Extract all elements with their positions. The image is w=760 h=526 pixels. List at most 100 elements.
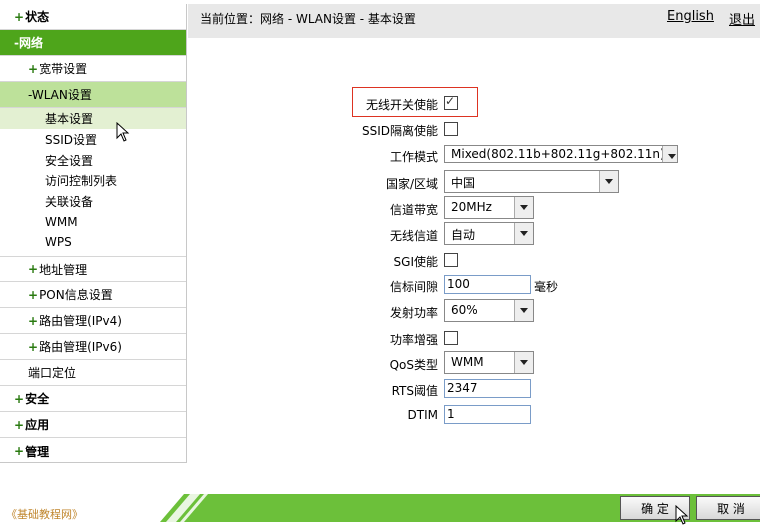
sidebar-leaf-devices[interactable]: 关联设备 — [0, 191, 186, 212]
chevron-down-icon — [514, 197, 533, 218]
sidebar-item-label: 端口定位 — [28, 366, 77, 380]
field-label: 国家/区域 — [385, 177, 438, 191]
expand-icon: + — [28, 61, 39, 76]
country-select[interactable]: 中国 — [444, 170, 619, 193]
chevron-down-icon — [514, 352, 533, 373]
dtim-input[interactable]: 1 — [444, 405, 531, 424]
power-boost-checkbox[interactable] — [444, 331, 458, 345]
cancel-button[interactable]: 取 消 — [696, 496, 760, 520]
chevron-down-icon — [599, 171, 618, 192]
sidebar-item-label: 管理 — [25, 444, 50, 459]
sidebar-item-label: 路由管理(IPv6) — [39, 340, 122, 354]
logout-link[interactable]: 退出 — [729, 9, 755, 28]
sidebar-leaf-label: SSID设置 — [45, 132, 98, 147]
sidebar-item-manage[interactable]: + 管理 — [0, 438, 186, 464]
expand-icon: + — [28, 313, 39, 328]
form-row-wireless-enable: 无线开关使能 — [300, 93, 700, 115]
field-label: 信标间隙 — [389, 280, 438, 294]
work-mode-select[interactable]: Mixed(802.11b+802.11g+802.11n) — [444, 145, 678, 163]
form-row-work-mode: 工作模式 Mixed(802.11b+802.11g+802.11n) — [300, 145, 700, 167]
field-label: 无线信道 — [389, 229, 438, 243]
sidebar-item-port[interactable]: 端口定位 — [0, 360, 186, 386]
select-value: 20MHz — [451, 200, 492, 214]
form-row-qos: QoS类型 WMM — [300, 351, 700, 374]
sidebar-leaf-acl[interactable]: 访问控制列表 — [0, 170, 186, 191]
watermark: 《基础教程网》 — [6, 508, 83, 521]
form-row-rts: RTS阈值 2347 — [300, 379, 700, 401]
form-row-bandwidth: 信道带宽 20MHz — [300, 196, 700, 219]
field-label: 发射功率 — [389, 306, 438, 320]
sidebar-item-label: 应用 — [25, 418, 50, 432]
field-label: SGI使能 — [393, 255, 438, 269]
sidebar-item-route6[interactable]: + 路由管理(IPv6) — [0, 334, 186, 360]
channel-select[interactable]: 自动 — [444, 222, 534, 245]
sidebar-leaf-wmm[interactable]: WMM — [0, 212, 186, 233]
rts-input[interactable]: 2347 — [444, 379, 531, 398]
expand-icon: + — [14, 9, 25, 24]
bandwidth-select[interactable]: 20MHz — [444, 196, 534, 219]
select-value: 中国 — [451, 176, 476, 190]
form-row-country: 国家/区域 中国 — [300, 170, 700, 193]
sidebar-item-apps[interactable]: + 应用 — [0, 412, 186, 438]
expand-icon: + — [28, 339, 39, 354]
sidebar-leaf-basic[interactable]: 基本设置 — [0, 108, 186, 129]
form-row-ssid-isolation: SSID隔离使能 — [300, 119, 700, 141]
chevron-down-icon — [514, 223, 533, 244]
expand-icon: + — [28, 287, 39, 302]
sidebar-item-label: -网络 — [14, 36, 43, 50]
sidebar-leaf-label: 基本设置 — [45, 111, 94, 126]
sgi-checkbox[interactable] — [444, 253, 458, 267]
field-label: 工作模式 — [389, 150, 438, 164]
select-value: 自动 — [451, 228, 476, 242]
field-label: 信道带宽 — [389, 203, 438, 217]
form-row-beacon: 信标间隙 100 毫秒 — [300, 275, 700, 297]
field-label: SSID隔离使能 — [361, 124, 438, 138]
sidebar-item-label: 地址管理 — [39, 262, 88, 277]
mouse-cursor-icon — [675, 505, 689, 525]
tx-power-select[interactable]: 60% — [444, 299, 534, 322]
form-row-power-boost: 功率增强 — [300, 328, 700, 350]
ssid-isolation-checkbox[interactable] — [444, 122, 458, 136]
sidebar-item-label: 路由管理(IPv4) — [39, 314, 122, 328]
beacon-input[interactable]: 100 — [444, 275, 531, 294]
sidebar-item-label: PON信息设置 — [39, 288, 113, 302]
sidebar-item-network[interactable]: -网络 — [0, 30, 186, 56]
chevron-down-icon — [662, 146, 677, 162]
field-label: 功率增强 — [389, 333, 438, 347]
sidebar-item-status[interactable]: + 状态 — [0, 4, 186, 30]
field-label: 无线开关使能 — [365, 98, 438, 112]
beacon-unit: 毫秒 — [534, 280, 559, 294]
sidebar-item-broadband[interactable]: + 宽带设置 — [0, 56, 186, 82]
breadcrumb: 当前位置：网络 - WLAN设置 - 基本设置 — [200, 12, 416, 26]
chevron-down-icon — [514, 300, 533, 321]
sidebar-item-pon[interactable]: + PON信息设置 — [0, 282, 186, 308]
sidebar-item-route4[interactable]: + 路由管理(IPv4) — [0, 308, 186, 334]
sidebar-leaf-ssid[interactable]: SSID设置 — [0, 129, 186, 150]
field-label: RTS阈值 — [391, 384, 438, 398]
form-row-dtim: DTIM 1 — [300, 405, 700, 427]
sidebar-item-address[interactable]: + 地址管理 — [0, 256, 186, 282]
sidebar-item-wlan[interactable]: -WLAN设置 — [0, 82, 186, 108]
mouse-cursor-icon — [116, 122, 130, 142]
english-link[interactable]: English — [667, 9, 714, 24]
select-value: WMM — [451, 355, 484, 369]
sidebar-leaf-label: WMM — [45, 215, 78, 230]
sidebar-leaf-wps[interactable]: WPS — [0, 232, 186, 253]
sidebar-item-security[interactable]: + 安全 — [0, 386, 186, 412]
form-row-tx-power: 发射功率 60% — [300, 299, 700, 322]
qos-select[interactable]: WMM — [444, 351, 534, 374]
sidebar-leaf-security[interactable]: 安全设置 — [0, 150, 186, 171]
field-label: QoS类型 — [389, 358, 438, 372]
expand-icon: + — [28, 262, 39, 276]
sidebar-leaf-label: WPS — [45, 235, 72, 250]
sidebar-nav: + 状态 -网络 + 宽带设置 -WLAN设置 基本设置 SSID设置 安全设置 访… — [0, 4, 187, 463]
select-value: Mixed(802.11b+802.11g+802.11n) — [451, 147, 665, 161]
sidebar-leaf-label: 安全设置 — [45, 153, 94, 168]
field-label: DTIM — [407, 408, 438, 422]
sidebar-item-label: 状态 — [25, 10, 50, 24]
wireless-enable-checkbox[interactable] — [444, 94, 458, 110]
form-row-sgi: SGI使能 — [300, 250, 700, 272]
sidebar-item-label: 安全 — [25, 392, 50, 406]
sidebar-leaf-label: 关联设备 — [45, 194, 94, 209]
sidebar-item-label: 宽带设置 — [39, 62, 88, 76]
